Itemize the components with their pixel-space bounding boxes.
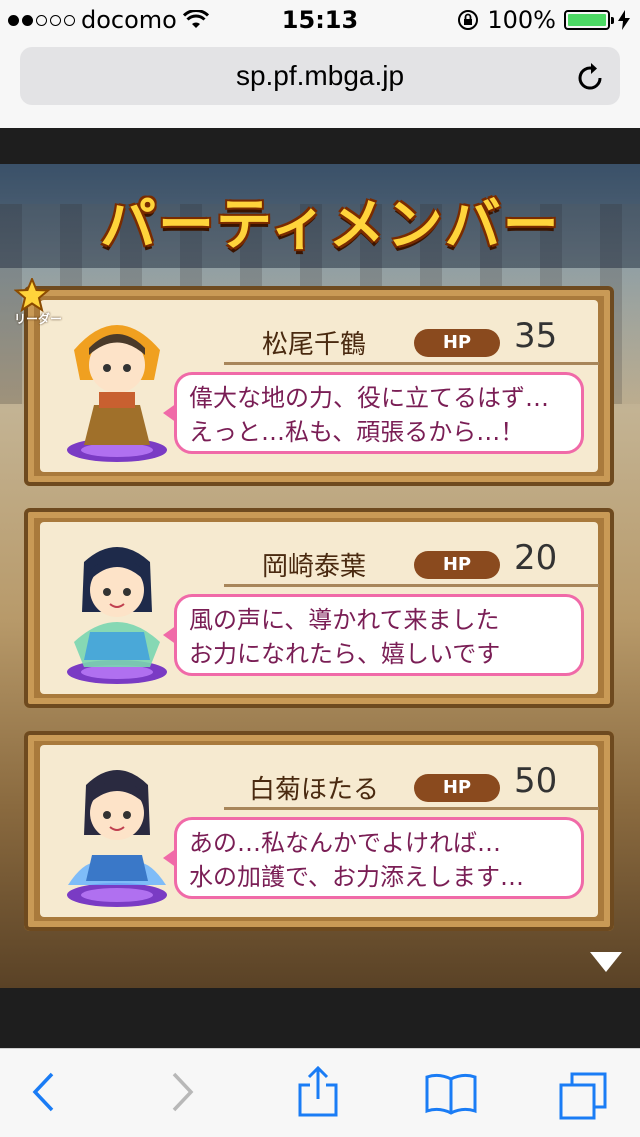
leader-label: リーダー: [14, 312, 63, 326]
scroll-down-arrow-icon[interactable]: [588, 950, 624, 974]
hp-value: 35: [514, 316, 558, 356]
battery-icon: [564, 10, 614, 30]
bookmarks-icon[interactable]: [424, 1071, 478, 1115]
battery-percentage: 100%: [487, 6, 556, 34]
speech-line: 偉大な地の力、役に立てるはず…: [189, 384, 549, 412]
orientation-lock-icon: [458, 10, 479, 30]
divider: [224, 362, 599, 365]
hp-value: 20: [514, 538, 558, 578]
star-icon: [13, 276, 51, 313]
divider: [224, 807, 599, 810]
status-bar: docomo 15:13 100%: [0, 0, 640, 40]
hp-badge: HP: [414, 774, 500, 802]
tabs-icon[interactable]: [558, 1071, 608, 1121]
member-avatar: [67, 770, 167, 907]
game-view[interactable]: パーティメンバー 松尾千鶴 HP 35 偉大な地の力、役に立てるはず… えっと……: [0, 128, 640, 1048]
party-member-card[interactable]: 岡崎泰葉 HP 20 風の声に、導かれて来ました お力になれたら、嬉しいです: [24, 508, 614, 708]
browser-toolbar: [0, 1048, 640, 1137]
page-title: パーティメンバー: [100, 193, 561, 258]
forward-icon[interactable]: [170, 1071, 196, 1113]
hp-badge: HP: [414, 551, 500, 579]
hp-badge: HP: [414, 329, 500, 357]
hp-value: 50: [514, 761, 558, 801]
speech-line: 水の加護で、お力添えします…: [189, 863, 525, 891]
speech-line: あの…私なんかでよければ…: [189, 829, 501, 857]
url-text[interactable]: sp.pf.mbga.jp: [20, 60, 620, 92]
share-icon[interactable]: [296, 1065, 340, 1119]
member-name: 岡崎泰葉: [261, 552, 366, 582]
speech-line: 風の声に、導かれて来ました: [189, 606, 500, 634]
reload-icon[interactable]: [576, 60, 606, 92]
charging-bolt-icon: [618, 10, 630, 30]
leader-marker: リーダー: [13, 276, 62, 326]
address-bar[interactable]: sp.pf.mbga.jp: [20, 47, 620, 105]
party-member-card[interactable]: 松尾千鶴 HP 35 偉大な地の力、役に立てるはず… えっと…私も、頑張るから……: [24, 286, 614, 486]
member-name: 松尾千鶴: [261, 330, 366, 360]
back-icon[interactable]: [30, 1071, 56, 1113]
speech-line: えっと…私も、頑張るから…！: [189, 418, 525, 446]
speech-bubble: 偉大な地の力、役に立てるはず… えっと…私も、頑張るから…！: [163, 372, 584, 454]
member-avatar: [67, 547, 167, 684]
speech-bubble: あの…私なんかでよければ… 水の加護で、お力添えします…: [163, 817, 584, 899]
speech-line: お力になれたら、嬉しいです: [189, 640, 501, 668]
speech-bubble: 風の声に、導かれて来ました お力になれたら、嬉しいです: [163, 594, 584, 676]
member-avatar: [67, 325, 167, 462]
member-name: 白菊ほたる: [248, 775, 379, 805]
divider: [224, 584, 599, 587]
party-member-card[interactable]: 白菊ほたる HP 50 あの…私なんかでよければ… 水の加護で、お力添えします…: [24, 731, 614, 931]
